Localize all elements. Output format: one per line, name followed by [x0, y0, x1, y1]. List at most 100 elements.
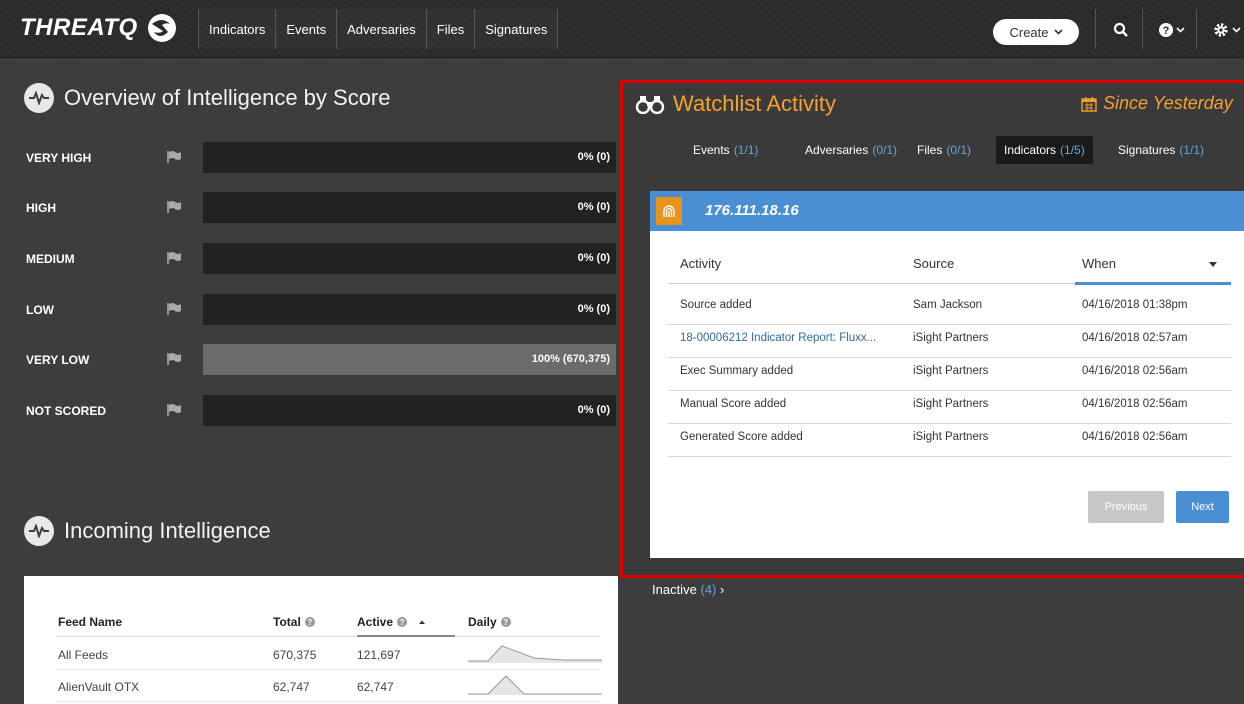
feed-header-name-label: Feed Name	[58, 615, 123, 629]
score-bar[interactable]: 0% (0)	[203, 294, 616, 325]
nav-files[interactable]: Files	[425, 9, 474, 49]
score-value: 0% (0)	[577, 404, 610, 416]
flag-icon[interactable]	[166, 302, 182, 316]
search-button[interactable]	[1113, 18, 1129, 42]
feed-row-total: 670,375	[273, 648, 317, 662]
tab-count: (0/1)	[872, 143, 898, 157]
score-row: MEDIUM 0% (0)	[26, 243, 616, 274]
threatq-logo[interactable]: THREATQ	[20, 12, 178, 44]
feed-header-active-label: Active	[357, 615, 394, 629]
col-source[interactable]: Source	[913, 256, 954, 271]
overview-title: Overview of Intelligence by Score	[64, 85, 391, 110]
feed-row-active: 121,697	[357, 648, 401, 662]
tab-signatures[interactable]: Signatures (1/1)	[1110, 136, 1212, 164]
score-bar[interactable]: 0% (0)	[203, 192, 616, 223]
inactive-label: Inactive	[652, 582, 697, 597]
score-row: NOT SCORED 0% (0)	[26, 395, 616, 426]
source-cell: Sam Jackson	[913, 299, 983, 311]
previous-button[interactable]: Previous	[1088, 491, 1164, 523]
svg-text:?: ?	[1163, 25, 1170, 37]
watchlist-panel: Watchlist Activity Since Yesterday Event…	[620, 80, 1244, 578]
when-cell: 04/16/2018 02:56am	[1082, 431, 1188, 443]
sort-up-icon	[419, 620, 426, 624]
feed-header-total[interactable]: Total ?	[273, 615, 315, 629]
when-cell: 04/16/2018 02:57am	[1082, 332, 1188, 344]
indicator-card-header[interactable]: 176.111.18.16	[650, 191, 1244, 231]
score-bar[interactable]: 100% (670,375)	[203, 344, 616, 375]
score-label: VERY LOW	[26, 353, 90, 367]
source-cell: iSight Partners	[913, 365, 989, 377]
score-value: 0% (0)	[577, 303, 610, 315]
feed-row-name[interactable]: All Feeds	[58, 648, 108, 662]
score-row: VERY LOW 100% (670,375)	[26, 344, 616, 375]
help-menu-button[interactable]: ?	[1158, 18, 1185, 42]
source-cell: iSight Partners	[913, 398, 989, 410]
feed-header-name[interactable]: Feed Name	[58, 615, 122, 629]
score-label: HIGH	[26, 201, 56, 215]
create-button[interactable]: Create	[993, 19, 1079, 45]
tab-events[interactable]: Events (1/1)	[685, 136, 766, 164]
settings-menu-button[interactable]	[1212, 18, 1241, 42]
col-activity[interactable]: Activity	[680, 256, 721, 271]
score-row: LOW 0% (0)	[26, 294, 616, 325]
caret-down-icon[interactable]	[1209, 262, 1217, 267]
score-bar[interactable]: 0% (0)	[203, 395, 616, 426]
nav-signatures[interactable]: Signatures	[474, 9, 559, 49]
row-divider	[668, 390, 1231, 391]
row-divider	[668, 423, 1231, 424]
inactive-toggle[interactable]: Inactive (4) ›	[652, 582, 724, 597]
activity-cell: Source added	[680, 299, 752, 311]
pulse-icon	[24, 516, 54, 546]
since-filter[interactable]: Since Yesterday	[1081, 93, 1233, 114]
when-cell: 04/16/2018 02:56am	[1082, 398, 1188, 410]
tab-label: Indicators	[1004, 143, 1057, 157]
nav-indicators[interactable]: Indicators	[198, 9, 275, 49]
score-label: MEDIUM	[26, 252, 75, 266]
tab-count: (1/1)	[733, 143, 759, 157]
tab-adversaries[interactable]: Adversaries (0/1)	[797, 136, 905, 164]
help-icon[interactable]: ?	[397, 617, 408, 627]
feed-row-name[interactable]: AlienVault OTX	[58, 680, 139, 694]
flag-icon[interactable]	[166, 150, 182, 164]
feed-header-line	[56, 636, 600, 637]
nav-events[interactable]: Events	[275, 9, 336, 49]
help-icon[interactable]: ?	[304, 617, 315, 627]
flag-icon[interactable]	[166, 352, 182, 366]
score-value: 0% (0)	[577, 252, 610, 264]
score-bar[interactable]: 0% (0)	[203, 243, 616, 274]
flag-icon[interactable]	[166, 200, 182, 214]
score-value: 0% (0)	[577, 201, 610, 213]
col-when[interactable]: When	[1082, 256, 1116, 271]
score-label: LOW	[26, 303, 54, 317]
feed-header-daily[interactable]: Daily ?	[468, 615, 511, 629]
activity-cell[interactable]: 18-00006212 Indicator Report: Fluxx...	[680, 332, 876, 344]
tab-files[interactable]: Files (0/1)	[909, 136, 979, 164]
help-icon[interactable]: ?	[500, 617, 511, 627]
indicator-card: 176.111.18.16 Activity Source When Sourc…	[650, 191, 1244, 558]
chevron-down-icon	[1176, 27, 1185, 33]
feed-row-divider	[56, 701, 600, 702]
activity-cell: Manual Score added	[680, 398, 787, 410]
score-row: HIGH 0% (0)	[26, 192, 616, 223]
logo-text: THREATQ	[20, 14, 138, 41]
gear-icon	[1214, 23, 1228, 37]
next-button[interactable]: Next	[1176, 491, 1229, 523]
nav-divider	[1196, 9, 1197, 49]
source-cell: iSight Partners	[913, 332, 989, 344]
feed-header-active[interactable]: Active ?	[357, 615, 427, 629]
indicator-value[interactable]: 176.111.18.16	[705, 202, 799, 219]
sort-column-indicator	[1075, 282, 1231, 285]
score-bar[interactable]: 0% (0)	[203, 142, 616, 173]
feed-header-daily-label: Daily	[468, 615, 497, 629]
row-divider	[668, 357, 1231, 358]
flag-icon[interactable]	[166, 403, 182, 417]
flag-icon[interactable]	[166, 251, 182, 265]
watchlist-header: Watchlist Activity	[635, 91, 836, 117]
tab-count: (1/5)	[1060, 143, 1085, 157]
nav-adversaries[interactable]: Adversaries	[336, 9, 426, 49]
score-value: 100% (670,375)	[531, 353, 610, 365]
feed-row-active: 62,747	[357, 680, 394, 694]
row-divider	[668, 456, 1231, 457]
help-icon: ?	[1159, 23, 1173, 37]
tab-indicators[interactable]: Indicators (1/5)	[996, 136, 1093, 164]
